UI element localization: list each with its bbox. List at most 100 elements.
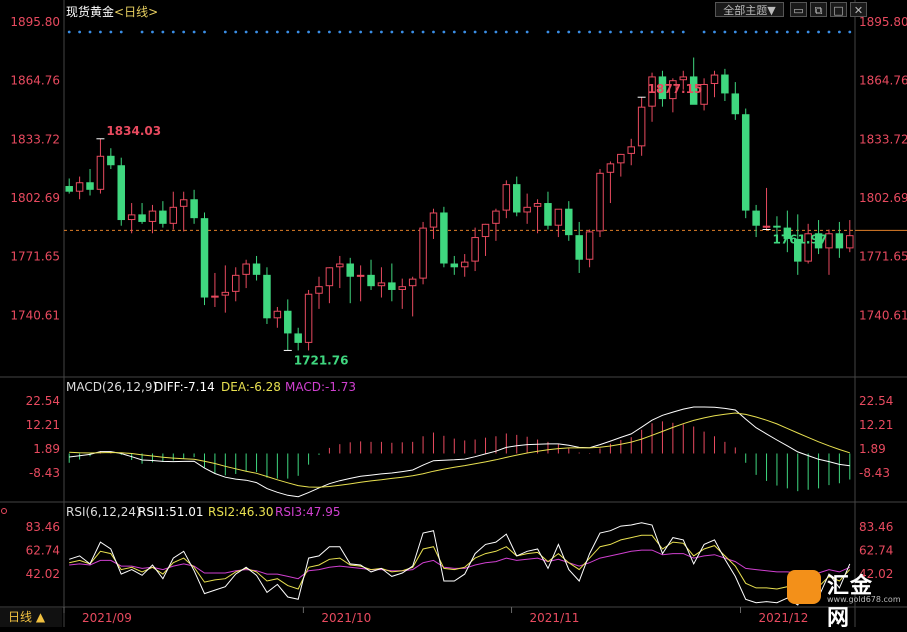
chart-canvas[interactable]: 1895.80 1895.80 1864.76 1864.76 1833.72 1833.… xyxy=(0,0,907,627)
candle-body xyxy=(325,267,334,287)
candle-body xyxy=(606,163,615,173)
signal-dot xyxy=(577,30,581,34)
candle-body xyxy=(117,165,125,221)
signal-dot xyxy=(806,30,810,34)
signal-dot xyxy=(681,30,685,34)
candle-body xyxy=(627,146,635,154)
signal-dot xyxy=(317,30,321,34)
macd-tick-right: 22.54 xyxy=(859,394,893,408)
time-label: 2021/10 xyxy=(321,611,371,625)
signal-dot xyxy=(296,30,300,34)
rsi2-line xyxy=(69,534,851,592)
signal-dot xyxy=(78,30,82,34)
candle-body xyxy=(231,274,240,292)
candle-body xyxy=(159,210,167,224)
signal-dot xyxy=(182,30,186,34)
theme-button[interactable]: 全部主题▼ xyxy=(715,2,784,17)
signal-dot xyxy=(421,30,425,34)
signal-dot xyxy=(494,30,498,34)
candle-body xyxy=(481,223,490,238)
site-logo[interactable]: 汇金网 www.gold678.com xyxy=(787,568,901,631)
candle-body xyxy=(252,263,261,275)
rsi-tick-left: 62.74 xyxy=(26,543,60,557)
low-annotation: 1721.76 xyxy=(294,353,349,367)
candle-body xyxy=(512,184,521,213)
candle-body xyxy=(773,225,781,228)
price-tick-left: 1895.80 xyxy=(10,15,60,29)
signal-dot xyxy=(515,30,519,34)
signal-dot xyxy=(151,30,154,34)
macd-tick-right: 1.89 xyxy=(859,442,886,456)
signal-dot xyxy=(99,30,102,34)
panel-marker-icon xyxy=(1,508,7,514)
close-icon[interactable]: ✕ xyxy=(850,2,867,17)
price-tick-right: 1802.69 xyxy=(859,191,907,205)
macd-tick-left: -8.43 xyxy=(29,466,60,480)
signal-dot xyxy=(109,30,113,34)
restore-icon[interactable]: ⧉ xyxy=(810,2,827,17)
candle-body xyxy=(502,184,511,211)
signal-dot xyxy=(629,30,633,34)
signal-dot xyxy=(369,30,373,34)
candle-body xyxy=(575,235,583,260)
signal-dot xyxy=(442,30,446,34)
price-tick-left: 1864.76 xyxy=(10,74,60,88)
candle-body xyxy=(315,286,323,294)
period-label[interactable]: <日线> xyxy=(114,5,158,19)
candle-body xyxy=(450,263,459,268)
candle-body xyxy=(554,208,563,226)
signal-dot xyxy=(223,30,227,34)
instrument-name: 现货黄金 xyxy=(66,5,115,19)
candle-body xyxy=(242,263,250,275)
price-tick-left: 1740.61 xyxy=(10,308,60,322)
candle-body xyxy=(762,225,771,228)
minimize-icon[interactable]: ▭ xyxy=(790,2,807,17)
candle-body xyxy=(617,153,625,164)
maximize-icon[interactable]: □ xyxy=(830,2,847,17)
price-tick-left: 1833.72 xyxy=(10,132,60,146)
signal-dot xyxy=(255,30,258,34)
signal-dot xyxy=(817,30,820,34)
macd-legend-dea: DEA:-6.28 xyxy=(221,380,281,394)
candle-body xyxy=(304,293,313,343)
signal-dot xyxy=(733,30,737,34)
low-annotation: 1761.97 xyxy=(773,232,828,246)
signal-dot xyxy=(338,30,342,34)
candle-body xyxy=(408,278,417,287)
signal-dot xyxy=(67,30,71,34)
rsi-tick-left: 83.46 xyxy=(26,520,60,534)
signal-dot xyxy=(452,30,456,34)
candle-body xyxy=(211,295,219,298)
candle-body xyxy=(75,182,84,192)
signal-dot xyxy=(598,30,602,34)
signal-dot xyxy=(88,30,92,34)
signal-dot xyxy=(671,30,675,34)
logo-icon xyxy=(787,570,821,604)
candle-body xyxy=(263,274,271,319)
signal-dot xyxy=(286,30,290,34)
price-tick-right: 1833.72 xyxy=(859,132,907,146)
signal-dot xyxy=(484,30,487,34)
signal-dot xyxy=(640,30,644,34)
signal-dot xyxy=(588,30,591,34)
signal-dot xyxy=(348,30,352,34)
instrument-title: 现货黄金<日线> xyxy=(66,3,158,20)
candle-body xyxy=(429,212,438,228)
time-label: 2021/12 xyxy=(759,611,809,625)
candle-body xyxy=(96,155,105,190)
candle-body xyxy=(86,182,94,190)
signal-dot xyxy=(848,30,852,34)
macd-tick-left: 12.21 xyxy=(26,418,60,432)
period-tab[interactable]: 日线 ▲ xyxy=(0,608,62,627)
candle-body xyxy=(65,186,73,192)
signal-dot xyxy=(754,30,758,34)
candle-body xyxy=(440,212,448,264)
signal-dot xyxy=(244,30,248,34)
candle-body xyxy=(492,210,500,224)
signal-dot xyxy=(234,30,238,34)
signal-dot xyxy=(400,30,404,34)
macd-title: MACD(26,12,9) xyxy=(66,380,157,394)
macd-tick-left: 22.54 xyxy=(26,394,60,408)
signal-dot xyxy=(713,30,716,34)
candle-body xyxy=(471,237,479,262)
